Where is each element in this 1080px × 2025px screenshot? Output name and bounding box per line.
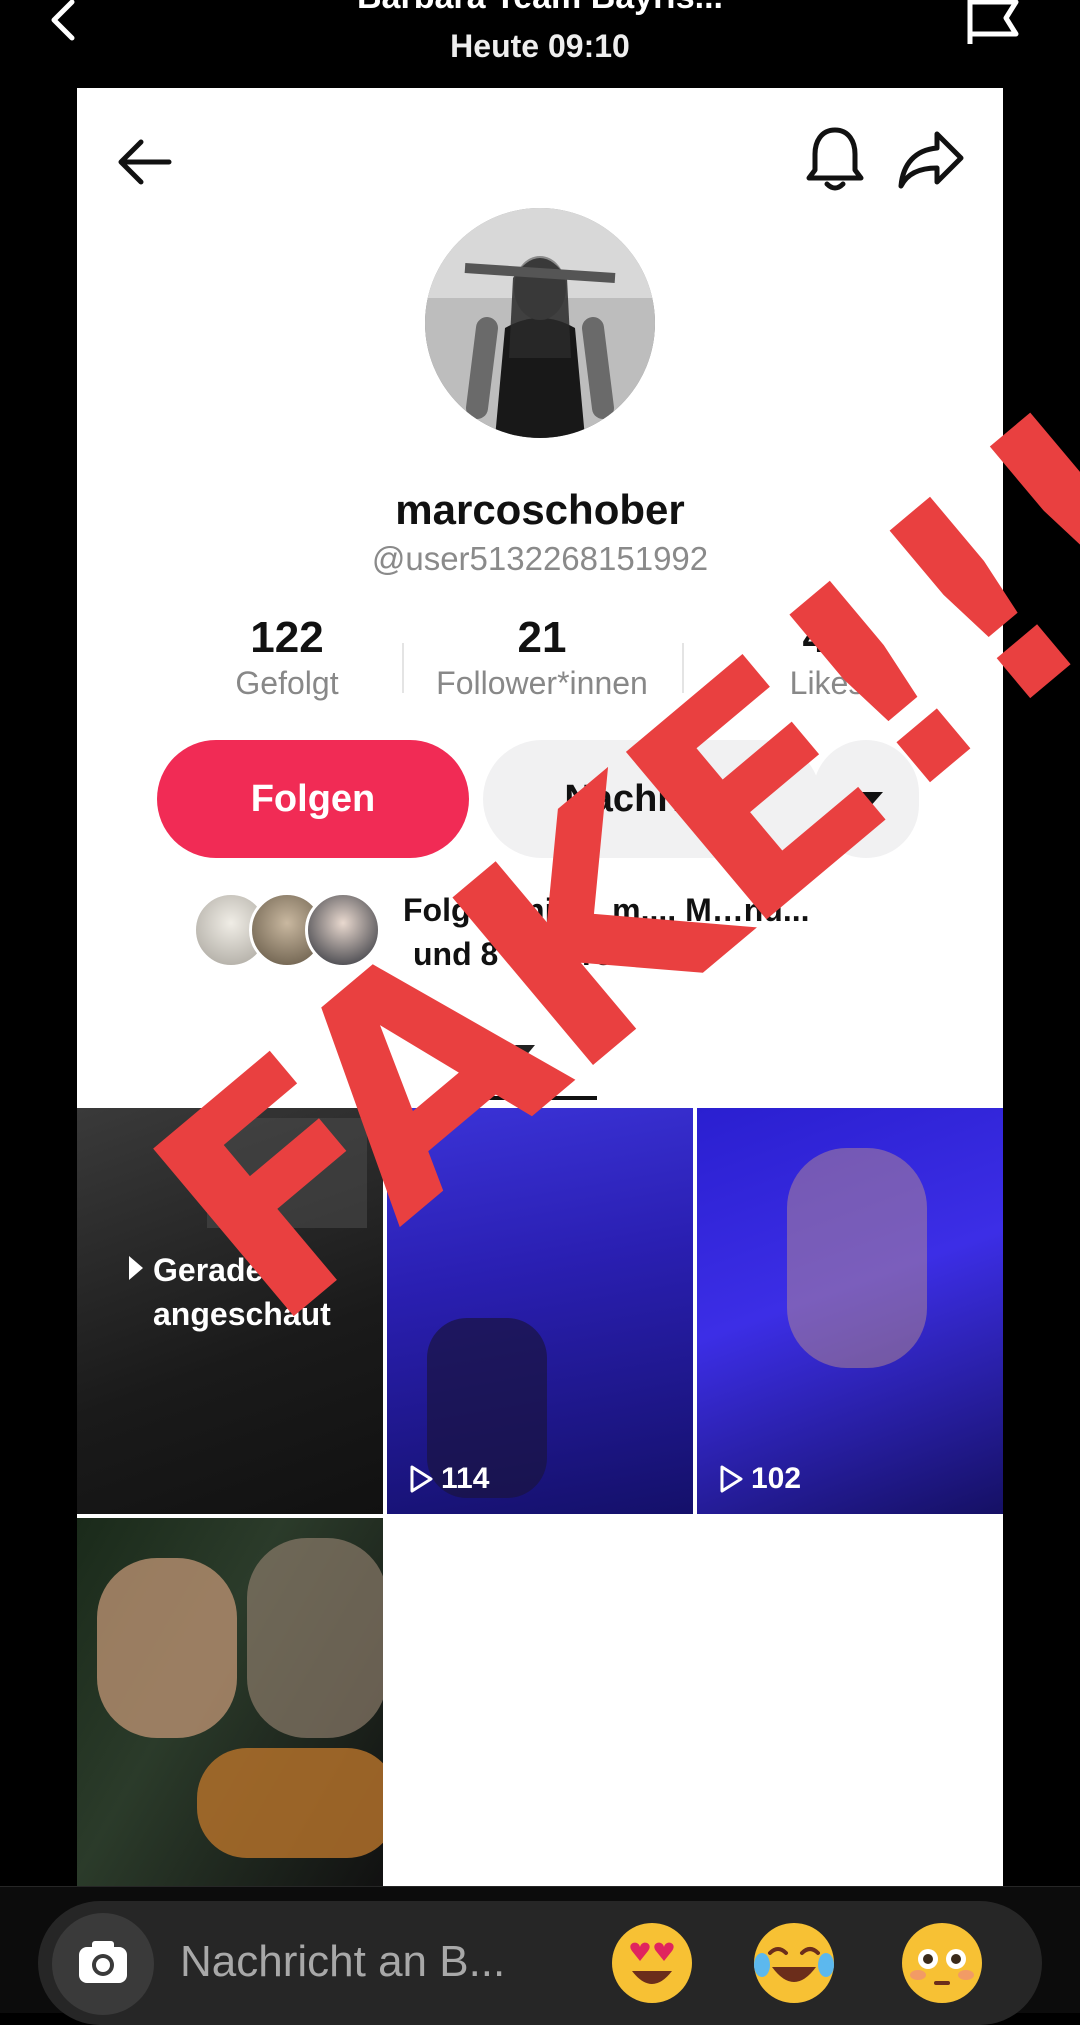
video-thumbnail-detail bbox=[97, 1558, 237, 1738]
flushed-emoji-icon[interactable] bbox=[900, 1921, 984, 2005]
play-icon bbox=[720, 1465, 743, 1493]
message-field[interactable]: Nachricht an B... bbox=[38, 1901, 1042, 2025]
followed-by-line: Folgt Tanja …m..., M…nu... bbox=[403, 892, 810, 928]
video-tile[interactable] bbox=[77, 1518, 383, 1886]
view-count: 114 bbox=[441, 1462, 490, 1495]
stat-likes: 41 Likes bbox=[752, 613, 902, 702]
video-thumbnail-detail bbox=[247, 1538, 383, 1738]
stat-followers[interactable]: 21 Follower*innen bbox=[412, 613, 672, 702]
stat-divider bbox=[402, 643, 404, 693]
follow-button[interactable]: Folgen bbox=[157, 740, 469, 858]
video-thumbnail-detail bbox=[207, 1118, 367, 1228]
back-arrow-icon[interactable] bbox=[113, 130, 177, 194]
camera-icon bbox=[79, 1941, 127, 1983]
profile-avatar[interactable] bbox=[425, 208, 655, 438]
share-arrow-icon[interactable] bbox=[897, 128, 967, 192]
profile-username: marcoschober bbox=[395, 486, 685, 533]
stat-followers-count: 21 bbox=[517, 613, 567, 662]
play-icon bbox=[410, 1465, 433, 1493]
active-tab-underline bbox=[487, 1096, 597, 1100]
video-thumbnail-detail bbox=[787, 1148, 927, 1368]
play-triangle-icon bbox=[129, 1256, 143, 1280]
stat-divider bbox=[682, 643, 684, 693]
stat-likes-count: 41 bbox=[802, 613, 852, 662]
profile-handle: @user5132268151992 bbox=[371, 540, 709, 577]
report-flag-icon[interactable] bbox=[962, 0, 1026, 48]
stat-following-count: 122 bbox=[250, 613, 324, 662]
profile-stats: 122 Gefolgt 21 Follower*innen 41 Likes bbox=[192, 613, 892, 723]
followed-by-line: und 8 anderen bbox=[413, 936, 632, 972]
video-views: 102 bbox=[719, 1462, 801, 1496]
camera-button[interactable] bbox=[52, 1913, 154, 2015]
story-timestamp: Heute 09:10 bbox=[450, 28, 630, 64]
followed-by-text: Folgt Tanja …m..., M…nu... und 8 anderen bbox=[403, 888, 943, 976]
video-views: 114 bbox=[409, 1462, 489, 1496]
heart-eyes-emoji-icon[interactable] bbox=[610, 1921, 694, 2005]
reply-bar: Nachricht an B... bbox=[0, 1886, 1080, 2025]
video-thumbnail-detail bbox=[197, 1748, 383, 1858]
video-tile[interactable]: 102 bbox=[697, 1108, 1003, 1514]
suggested-accounts-button[interactable] bbox=[813, 740, 919, 858]
mutual-followers[interactable]: Folgt Tanja …m..., M…nu... und 8 anderen bbox=[193, 888, 953, 978]
stat-following-label: Gefolgt bbox=[235, 665, 339, 701]
profile-screenshot: marcoschober @user5132268151992 122 Gefo… bbox=[77, 88, 1003, 1886]
video-tile[interactable]: 114 bbox=[387, 1108, 693, 1514]
stat-followers-label: Follower*innen bbox=[436, 665, 648, 701]
story-title: Barbara Team Bayris... bbox=[0, 0, 1080, 17]
chevron-down-icon bbox=[855, 792, 883, 808]
tears-of-joy-emoji-icon[interactable] bbox=[752, 1921, 836, 2005]
stat-following[interactable]: 122 Gefolgt bbox=[192, 613, 382, 702]
bell-icon[interactable] bbox=[803, 124, 867, 194]
video-tile[interactable]: Gerade angeschaut bbox=[77, 1108, 383, 1514]
tab-dropdown-icon[interactable] bbox=[515, 1045, 535, 1057]
video-grid: Gerade angeschaut 114 102 bbox=[77, 1108, 1003, 1886]
recently-viewed-label: Gerade angeschaut bbox=[153, 1252, 331, 1332]
message-button[interactable]: Nachricht bbox=[483, 740, 821, 858]
story-header: Barbara Team Bayris... Heute 09:10 bbox=[0, 0, 1080, 88]
message-input[interactable]: Nachricht an B... bbox=[180, 1937, 505, 1987]
avatar-photo bbox=[425, 208, 655, 438]
stat-likes-label: Likes bbox=[789, 665, 865, 701]
mutual-avatar bbox=[305, 892, 381, 968]
view-count: 102 bbox=[751, 1462, 802, 1495]
